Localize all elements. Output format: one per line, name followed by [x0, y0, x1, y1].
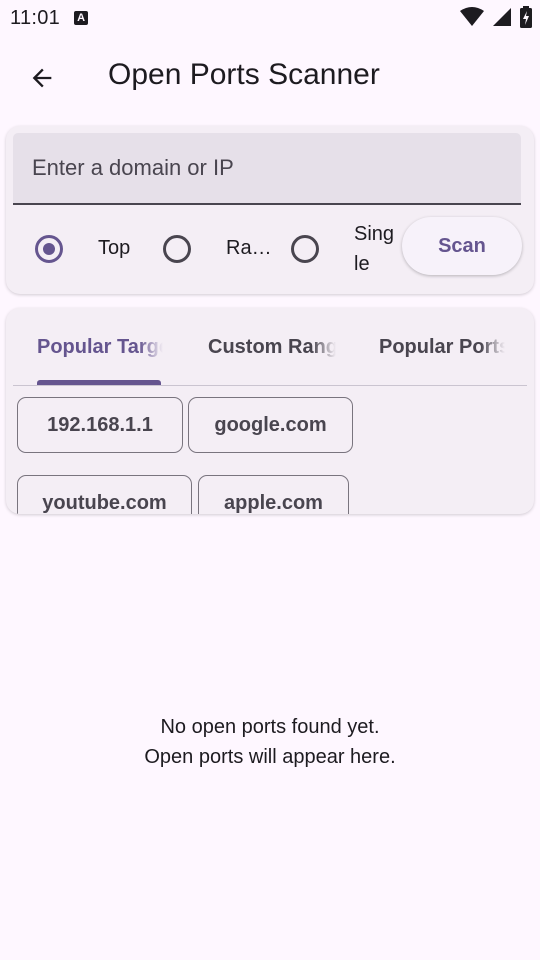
domain-input[interactable] [13, 133, 521, 203]
tab-custom-ranges[interactable]: Custom Ranges [208, 336, 336, 359]
scan-input-card: Top Ra… Sing le Scan [6, 126, 534, 294]
radio-single-label-line1: Sing [354, 223, 395, 245]
tab-indicator [37, 380, 161, 385]
app-bar: Open Ports Scanner [0, 36, 540, 120]
target-chip[interactable]: google.com [188, 397, 353, 453]
notification-icon: A [74, 11, 89, 25]
scan-mode-group: Top Ra… Sing le Scan [6, 214, 534, 284]
tab-bar: Popular Targets Custom Ranges Popular Po… [13, 308, 527, 386]
radio-top-label: Top [98, 237, 131, 259]
domain-input-container [13, 133, 521, 205]
empty-state-line1: No open ports found yet. [160, 716, 380, 738]
tab-popular-ports[interactable]: Popular Ports [379, 336, 505, 359]
scan-button[interactable]: Scan [402, 217, 522, 275]
radio-single-label-line2: le [354, 253, 370, 275]
back-button[interactable] [18, 54, 66, 102]
target-chip[interactable]: apple.com [198, 475, 349, 514]
arrow-back-icon [32, 68, 52, 88]
status-bar: 11:01 A [0, 0, 540, 36]
targets-card: Popular Targets Custom Ranges Popular Po… [6, 308, 534, 514]
radio-range-label: Ra… [226, 237, 272, 259]
empty-state-message: No open ports found yet. Open ports will… [0, 712, 540, 772]
empty-state-line2: Open ports will appear here. [144, 746, 396, 768]
page-title: Open Ports Scanner [108, 58, 380, 91]
battery-charging-icon [520, 6, 532, 28]
cellular-signal-icon [493, 8, 511, 26]
wifi-icon [460, 7, 484, 26]
target-chip[interactable]: 192.168.1.1 [17, 397, 183, 453]
target-chip[interactable]: youtube.com [17, 475, 192, 514]
radio-range[interactable] [163, 235, 191, 263]
status-time: 11:01 [10, 6, 61, 29]
radio-single-label: Sing le [354, 219, 394, 279]
radio-top[interactable] [35, 235, 63, 263]
radio-single[interactable] [291, 235, 319, 263]
tab-popular-targets[interactable]: Popular Targets [37, 336, 163, 359]
